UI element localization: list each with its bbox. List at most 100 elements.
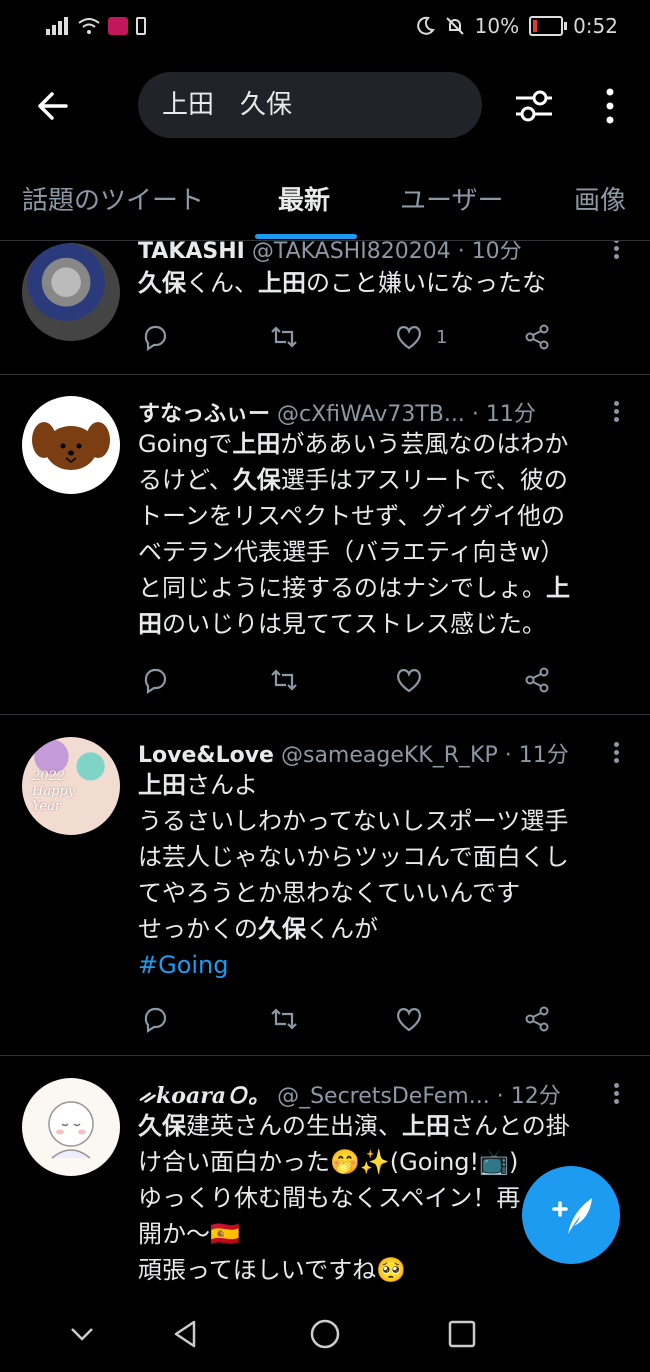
text-segment: くん、 (186, 269, 258, 297)
tweet-text-line: ベテラン代表選手（バラエティ向きw） (138, 534, 632, 570)
like-count: 1 (436, 326, 448, 348)
highlighted-keyword: 久保 (258, 915, 306, 943)
like-button[interactable] (394, 999, 436, 1039)
reply-icon (144, 668, 167, 695)
tweet-hashtag-line: #Going (138, 947, 632, 983)
status-left (46, 16, 146, 35)
text-segment: てやろうとか思わなくていいんです (138, 879, 521, 907)
tweet-text-line: トーンをリスペクトせず、グイグイ他の (138, 498, 632, 534)
tweet-text-line: 久保建英さんの生出演、上田さんとの掛 (138, 1108, 632, 1144)
system-nav-bar (0, 1296, 650, 1372)
status-right: 10% 0:52 (415, 14, 618, 38)
retweet-button[interactable] (268, 317, 300, 357)
handle[interactable]: @TAKASHI820204 (252, 241, 451, 264)
share-button[interactable] (522, 317, 552, 357)
back-triangle-icon[interactable] (166, 1314, 206, 1354)
battery-icon (529, 16, 568, 36)
tweet-text-line: 田のいじりは見ててストレス感じた。 (138, 606, 632, 642)
text-segment: のいじりは見ててストレス感じた。 (162, 610, 546, 638)
tweet-text-line: は芸人じゃないからツッコんで面白くし (138, 839, 632, 875)
reply-icon (144, 1007, 167, 1034)
highlighted-keyword: 上 (546, 574, 570, 602)
handle[interactable]: @cXfiWAv73TB... (277, 402, 465, 427)
display-name[interactable]: Love&Love (138, 743, 274, 768)
tab-images[interactable]: 画像 (574, 180, 626, 217)
text-segment: は芸人じゃないからツッコんで面白くし (138, 843, 569, 871)
tweet[interactable]: TAKASHI @TAKASHI820204 · 10分 久保くん、上田のこと嫌… (0, 241, 650, 375)
timestamp: · 12分 (496, 1084, 561, 1109)
share-button[interactable] (522, 660, 552, 700)
reply-button[interactable] (140, 317, 170, 357)
tweet-actions (138, 660, 568, 700)
retweet-icon (271, 1008, 297, 1030)
hashtag-link[interactable]: #Going (138, 951, 229, 979)
tweet-text-line: Goingで上田がああいう芸風なのはわか (138, 426, 632, 462)
tweet-menu-icon[interactable] (614, 398, 620, 425)
tab-top-tweets[interactable]: 話題のツイート (22, 180, 204, 217)
moon-icon (416, 16, 435, 35)
tab-users[interactable]: ユーザー (400, 180, 503, 217)
tweet-header: ᨀkoaraＯ。 @_SecretsDeFem... · 12分 (138, 1078, 561, 1110)
reply-button[interactable] (140, 999, 170, 1039)
tweet[interactable]: 2022 Happy Year Love&Love @sameageKK_R_K… (0, 715, 650, 1056)
heart-icon (397, 326, 421, 350)
avatar[interactable]: 2022 Happy Year (22, 737, 120, 835)
tweet-menu-icon[interactable] (614, 241, 620, 262)
text-segment: 開か〜🇪🇸 (138, 1220, 240, 1248)
search-tabs: 話題のツイート 最新 ユーザー 画像 (0, 168, 650, 241)
text-segment: うるさいしわかってないしスポーツ選手 (138, 807, 569, 835)
chevron-down-icon[interactable] (62, 1314, 102, 1354)
reply-icon (144, 325, 167, 352)
retweet-button[interactable] (268, 999, 300, 1039)
text-segment: け合い面白かった🤭✨(Going!📺) (138, 1148, 519, 1176)
compose-tweet-button[interactable] (522, 1166, 620, 1264)
retweet-button[interactable] (268, 660, 300, 700)
home-circle-icon[interactable] (305, 1314, 345, 1354)
filter-sliders-icon[interactable] (512, 84, 556, 128)
tweet[interactable]: すなっふぃー @cXfiWAv73TB... · 11分 Goingで上田がああ… (0, 374, 650, 715)
like-button[interactable]: 1 (394, 317, 447, 357)
share-icon (525, 324, 549, 350)
tweet-feed[interactable]: TAKASHI @TAKASHI820204 · 10分 久保くん、上田のこと嫌… (0, 241, 650, 1296)
handle[interactable]: @sameageKK_R_KP (281, 743, 498, 768)
more-vertical-icon[interactable] (598, 84, 622, 128)
avatar[interactable] (22, 396, 120, 494)
wifi-icon (78, 17, 100, 34)
tweet-text-line: るけど、久保選手はアスリートで、彼の (138, 462, 632, 498)
display-name[interactable]: TAKASHI (138, 241, 245, 264)
tweet-text-line: うるさいしわかってないしスポーツ選手 (138, 803, 632, 839)
tweet-text-line: てやろうとか思わなくていいんです (138, 875, 632, 911)
text-segment: 建英さんの生出演、 (186, 1112, 402, 1140)
timestamp: · 10分 (457, 241, 522, 264)
tab-latest[interactable]: 最新 (278, 180, 330, 217)
tweet-header: すなっふぃー @cXfiWAv73TB... · 11分 (138, 396, 536, 428)
text-segment: せっかくの (138, 915, 258, 943)
text-segment: 頑張ってほしいですね🥺 (138, 1256, 406, 1284)
highlighted-keyword: 久保 (232, 466, 281, 494)
back-arrow-icon[interactable] (32, 86, 72, 126)
display-name[interactable]: すなっふぃー (138, 402, 270, 427)
highlighted-keyword: 上田 (258, 269, 306, 297)
retweet-icon (271, 669, 297, 691)
mute-bell-icon (445, 17, 464, 35)
like-button[interactable] (394, 660, 436, 700)
text-segment: と同じように接するのはナシでしょ。 (138, 574, 546, 602)
search-input[interactable]: 上田 久保 (138, 72, 482, 138)
text-segment: るけど、 (138, 466, 233, 494)
active-tab-indicator (255, 234, 357, 239)
display-name[interactable]: ᨀkoaraＯ。 (138, 1083, 270, 1109)
highlighted-keyword: 田 (138, 610, 162, 638)
avatar[interactable] (22, 243, 120, 341)
highlighted-keyword: 久保 (138, 1112, 186, 1140)
share-button[interactable] (522, 999, 552, 1039)
app-notification-icon (108, 16, 128, 35)
tweet-menu-icon[interactable] (614, 1080, 620, 1107)
avatar[interactable] (22, 1078, 120, 1176)
reply-button[interactable] (140, 660, 170, 700)
avatar-text-happy: Happy (32, 784, 76, 799)
battery-alert-icon (136, 16, 146, 35)
text-segment: さんとの掛 (450, 1112, 570, 1140)
handle[interactable]: @_SecretsDeFem... (277, 1084, 490, 1109)
recents-square-icon[interactable] (442, 1314, 482, 1354)
tweet-menu-icon[interactable] (614, 739, 620, 766)
